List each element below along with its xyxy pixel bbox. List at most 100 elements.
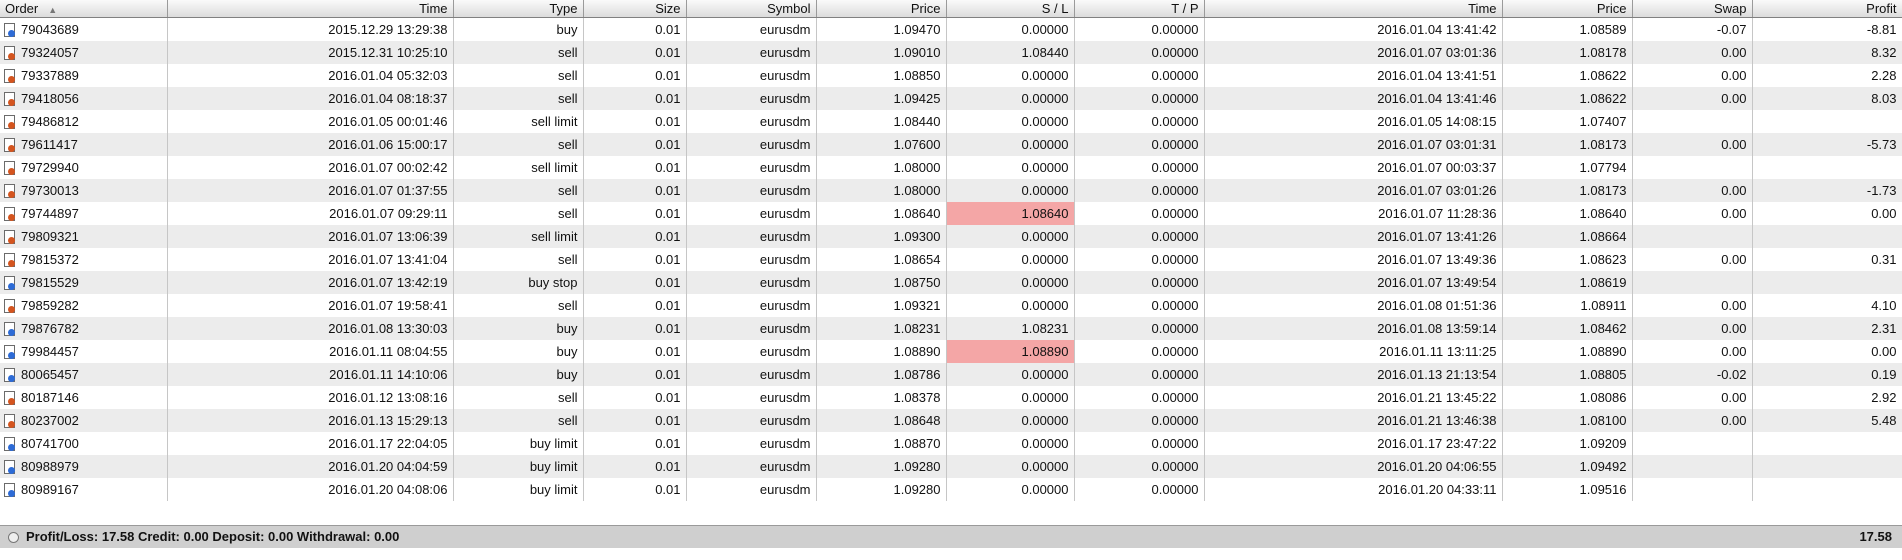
stop-loss-cell: 1.08890 [946, 340, 1075, 363]
order-buy-icon [4, 437, 15, 451]
order-cell: 80187146 [0, 386, 168, 409]
close-time-cell: 2016.01.05 14:08:15 [1204, 110, 1503, 133]
table-row[interactable]: 79611417 2016.01.06 15:00:17 sell 0.01 eurus… [0, 133, 1902, 156]
table-row[interactable]: 80989167 2016.01.20 04:08:06 buy limit 0.01… [0, 478, 1902, 501]
open-time-cell: 2016.01.07 01:37:55 [167, 179, 454, 202]
size-cell: 0.01 [583, 363, 687, 386]
symbol-cell: eurusdm [686, 271, 817, 294]
close-price-cell: 1.08640 [1502, 202, 1633, 225]
size-cell: 0.01 [583, 225, 687, 248]
symbol-cell: eurusdm [686, 202, 817, 225]
type-cell: sell [453, 248, 584, 271]
size-cell: 0.01 [583, 248, 687, 271]
table-row[interactable]: 79984457 2016.01.11 08:04:55 buy 0.01 eurusd… [0, 340, 1902, 363]
close-time-cell: 2016.01.17 23:47:22 [1204, 432, 1503, 455]
table-row[interactable]: 79486812 2016.01.05 00:01:46 sell limit 0.0… [0, 110, 1902, 133]
type-cell: sell limit [453, 110, 584, 133]
table-row[interactable]: 79876782 2016.01.08 13:30:03 buy 0.01 eurusd… [0, 317, 1902, 340]
symbol-cell: eurusdm [686, 110, 817, 133]
column-header-order[interactable]: Order ▲ [0, 0, 168, 18]
order-number: 80989167 [21, 482, 79, 497]
profit-cell: 0.31 [1752, 248, 1902, 271]
take-profit-cell: 0.00000 [1074, 294, 1205, 317]
close-price-cell: 1.08589 [1502, 17, 1633, 41]
column-header-close-price[interactable]: Price [1502, 0, 1633, 18]
close-price-cell: 1.08086 [1502, 386, 1633, 409]
profit-cell [1752, 455, 1902, 478]
size-cell: 0.01 [583, 478, 687, 501]
table-row[interactable]: 80237002 2016.01.13 15:29:13 sell 0.01 eurus… [0, 409, 1902, 432]
close-price-cell: 1.08462 [1502, 317, 1633, 340]
table-row[interactable]: 79337889 2016.01.04 05:32:03 sell 0.01 eurus… [0, 64, 1902, 87]
stop-loss-cell: 0.00000 [946, 363, 1075, 386]
close-time-cell: 2016.01.08 01:51:36 [1204, 294, 1503, 317]
close-time-cell: 2016.01.07 11:28:36 [1204, 202, 1503, 225]
close-time-cell: 2016.01.07 03:01:31 [1204, 133, 1503, 156]
open-price-cell: 1.08640 [816, 202, 947, 225]
table-row[interactable]: 79730013 2016.01.07 01:37:55 sell 0.01 eurus… [0, 179, 1902, 202]
table-row[interactable]: 80065457 2016.01.11 14:10:06 buy 0.01 eurusd… [0, 363, 1902, 386]
close-time-cell: 2016.01.21 13:45:22 [1204, 386, 1503, 409]
close-price-cell: 1.08173 [1502, 133, 1633, 156]
column-header-take-profit[interactable]: T / P [1074, 0, 1205, 18]
order-cell: 79043689 [0, 17, 168, 41]
order-number: 79043689 [21, 22, 79, 37]
size-cell: 0.01 [583, 409, 687, 432]
type-cell: sell [453, 64, 584, 87]
take-profit-cell: 0.00000 [1074, 363, 1205, 386]
order-buy-icon [4, 368, 15, 382]
summary-total-profit: 17.58 [1859, 529, 1892, 544]
open-price-cell: 1.08648 [816, 409, 947, 432]
take-profit-cell: 0.00000 [1074, 17, 1205, 41]
column-header-stop-loss[interactable]: S / L [946, 0, 1075, 18]
open-price-cell: 1.08786 [816, 363, 947, 386]
size-cell: 0.01 [583, 17, 687, 41]
table-row[interactable]: 80988979 2016.01.20 04:04:59 buy limit 0.01… [0, 455, 1902, 478]
table-row[interactable]: 80187146 2016.01.12 13:08:16 sell 0.01 eurus… [0, 386, 1902, 409]
take-profit-cell: 0.00000 [1074, 110, 1205, 133]
order-number: 80065457 [21, 367, 79, 382]
column-header-type[interactable]: Type [453, 0, 584, 18]
table-row[interactable]: 79418056 2016.01.04 08:18:37 sell 0.01 eurus… [0, 87, 1902, 110]
type-cell: sell [453, 294, 584, 317]
take-profit-cell: 0.00000 [1074, 317, 1205, 340]
order-cell: 79876782 [0, 317, 168, 340]
table-row[interactable]: 79815529 2016.01.07 13:42:19 buy stop 0.01 e… [0, 271, 1902, 294]
close-time-cell: 2016.01.04 13:41:51 [1204, 64, 1503, 87]
column-header-size[interactable]: Size [583, 0, 687, 18]
table-row[interactable]: 79815372 2016.01.07 13:41:04 sell 0.01 eurus… [0, 248, 1902, 271]
column-header-symbol[interactable]: Symbol [686, 0, 817, 18]
symbol-cell: eurusdm [686, 386, 817, 409]
order-number: 79809321 [21, 229, 79, 244]
column-header-open-price[interactable]: Price [816, 0, 947, 18]
open-time-cell: 2016.01.07 13:41:04 [167, 248, 454, 271]
stop-loss-cell: 0.00000 [946, 110, 1075, 133]
close-time-cell: 2016.01.07 13:41:26 [1204, 225, 1503, 248]
swap-cell: 0.00 [1632, 179, 1753, 202]
swap-cell: 0.00 [1632, 64, 1753, 87]
swap-cell: 0.00 [1632, 317, 1753, 340]
open-price-cell: 1.09321 [816, 294, 947, 317]
stop-loss-cell: 0.00000 [946, 409, 1075, 432]
table-row[interactable]: 79744897 2016.01.07 09:29:11 sell 0.01 eurus… [0, 202, 1902, 225]
swap-cell: -0.07 [1632, 17, 1753, 41]
table-row[interactable]: 80741700 2016.01.17 22:04:05 buy limit 0.01… [0, 432, 1902, 455]
table-row[interactable]: 79859282 2016.01.07 19:58:41 sell 0.01 eurus… [0, 294, 1902, 317]
table-row[interactable]: 79809321 2016.01.07 13:06:39 sell limit 0.0… [0, 225, 1902, 248]
order-number: 80187146 [21, 390, 79, 405]
symbol-cell: eurusdm [686, 248, 817, 271]
column-header-close-time[interactable]: Time [1204, 0, 1503, 18]
open-time-cell: 2016.01.05 00:01:46 [167, 110, 454, 133]
symbol-cell: eurusdm [686, 179, 817, 202]
table-row[interactable]: 79043689 2015.12.29 13:29:38 buy 0.01 eurusd… [0, 17, 1902, 41]
table-row[interactable]: 79324057 2015.12.31 10:25:10 sell 0.01 eurus… [0, 41, 1902, 64]
account-history-panel: Order ▲ Time Type Size Symbol Price S / L… [0, 0, 1902, 560]
stop-loss-cell: 0.00000 [946, 248, 1075, 271]
order-sell-icon [4, 115, 15, 129]
column-header-swap[interactable]: Swap [1632, 0, 1753, 18]
column-header-profit[interactable]: Profit [1752, 0, 1902, 18]
open-time-cell: 2015.12.31 10:25:10 [167, 41, 454, 64]
column-header-open-time[interactable]: Time [167, 0, 454, 18]
profit-cell: 0.19 [1752, 363, 1902, 386]
table-row[interactable]: 79729940 2016.01.07 00:02:42 sell limit 0.0… [0, 156, 1902, 179]
